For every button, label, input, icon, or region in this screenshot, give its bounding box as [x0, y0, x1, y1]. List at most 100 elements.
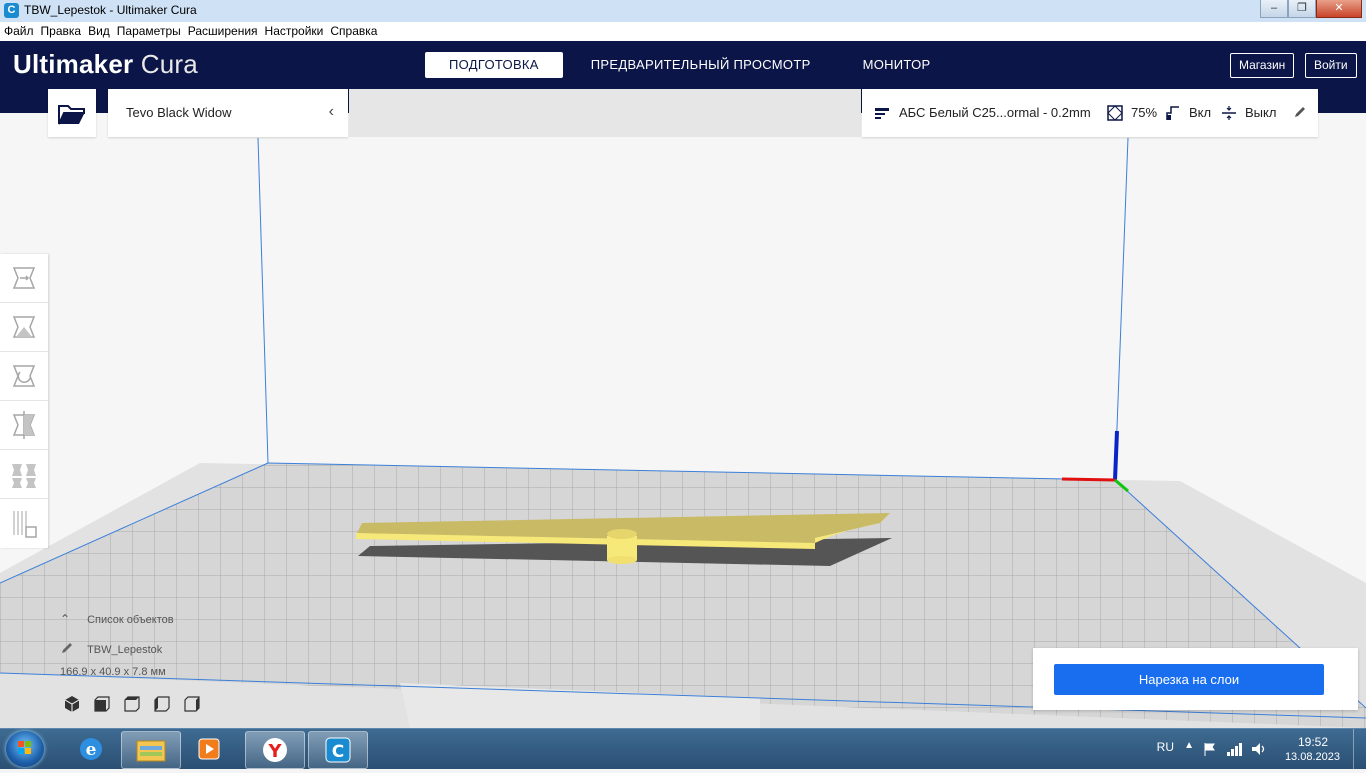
taskbar-media-player[interactable] [180, 731, 238, 767]
yandex-browser-icon: Y [263, 738, 287, 762]
adhesion-icon [1222, 106, 1236, 120]
profile-icon [875, 108, 889, 119]
windows-start-button[interactable] [6, 731, 44, 767]
x-axis [1061, 477, 1116, 482]
maximize-button[interactable]: ❐ [1288, 0, 1316, 18]
cube-3d-icon [64, 696, 80, 712]
tab-monitor[interactable]: МОНИТОР [839, 52, 955, 78]
support-blocker-icon [13, 511, 37, 538]
scale-icon [12, 316, 36, 338]
cube-top-icon [124, 696, 140, 712]
menu-preferences[interactable]: Настройки [261, 22, 327, 38]
cura-taskbar-icon: C [325, 737, 351, 763]
profile-label: АБС Белый C25...ormal - 0.2mm [899, 105, 1091, 120]
pencil-icon [1295, 107, 1305, 117]
view-right-button[interactable] [182, 694, 202, 714]
taskbar-explorer[interactable] [121, 731, 181, 769]
model-post-bottom [607, 556, 637, 564]
object-dimensions: 166.9 x 40.9 x 7.8 мм [60, 666, 166, 678]
menu-view[interactable]: Вид [84, 22, 113, 38]
window-controls: – ❐ ✕ [1260, 0, 1362, 18]
chevron-left-icon: ‹ [328, 103, 334, 120]
infill-icon [1107, 105, 1123, 121]
infill-value: 75% [1131, 105, 1158, 120]
view-orientation-buttons [62, 694, 202, 714]
file-explorer-icon [136, 740, 166, 762]
volume-edge-right [1114, 137, 1129, 481]
tab-preview[interactable]: ПРЕДВАРИТЕЛЬНЫЙ ПРОСМОТР [563, 52, 839, 78]
close-button[interactable]: ✕ [1316, 0, 1362, 18]
per-model-settings-icon [12, 464, 36, 488]
menu-settings[interactable]: Параметры [113, 22, 184, 38]
tab-prepare[interactable]: ПОДГОТОВКА [425, 52, 563, 78]
cube-left-icon [154, 696, 170, 712]
open-file-button[interactable] [48, 89, 96, 137]
folder-icon [58, 105, 85, 125]
view-3d-button[interactable] [62, 694, 82, 714]
menu-file[interactable]: Файл [0, 22, 37, 38]
object-name: TBW_Lepestok [87, 644, 163, 656]
windows-taskbar: e Y C RU ▲ 19:52 13.08.2023 [0, 728, 1366, 769]
menu-extensions[interactable]: Расширения [184, 22, 261, 38]
rotate-tool-button[interactable] [0, 352, 48, 401]
internet-explorer-icon: e [80, 738, 102, 760]
tools-toolbar [0, 254, 48, 548]
svg-text:C: C [332, 742, 344, 762]
clock-time[interactable]: 19:52 [1298, 735, 1328, 749]
svg-text:e: e [86, 740, 97, 760]
object-name-row[interactable]: TBW_Lepestok [60, 641, 260, 656]
marketplace-button[interactable]: Магазин [1230, 53, 1295, 78]
window-titlebar: C TBW_Lepestok - Ultimaker Cura – ❐ ✕ [0, 0, 1366, 23]
mirror-icon [12, 411, 36, 439]
taskbar-cura[interactable]: C [308, 731, 368, 769]
support-value: Вкл [1189, 105, 1212, 120]
clock-date[interactable]: 13.08.2023 [1285, 751, 1340, 763]
taskbar-yandex[interactable]: Y [245, 731, 305, 769]
chevron-up-icon: ⌃ [60, 612, 71, 626]
print-settings-panel[interactable]: АБС Белый C25...ormal - 0.2mm 75% Вкл Вы… [862, 89, 1318, 137]
window-title: TBW_Lepestok - Ultimaker Cura [24, 3, 197, 17]
cura-app-icon: C [4, 3, 19, 18]
scale-tool-button[interactable] [0, 303, 48, 352]
menu-help[interactable]: Справка [326, 22, 380, 38]
show-desktop-button[interactable] [1353, 729, 1366, 769]
network-signal-icon[interactable] [1226, 741, 1244, 757]
printer-selector[interactable]: Tevo Black Widow ‹ [108, 89, 348, 137]
tray-expand-icon[interactable]: ▲ [1184, 740, 1194, 751]
build-volume-scene [0, 137, 1366, 728]
view-front-button[interactable] [92, 694, 112, 714]
object-list-title: Список объектов [87, 614, 174, 626]
object-list-header[interactable]: ⌃ Список объектов [60, 612, 260, 626]
per-model-settings-button[interactable] [0, 450, 48, 499]
printer-name: Tevo Black Widow [126, 105, 232, 120]
menu-edit[interactable]: Правка [37, 22, 85, 38]
cube-right-icon [184, 696, 200, 712]
action-center-flag-icon[interactable] [1202, 741, 1218, 757]
menu-bar: Файл Правка Вид Параметры Расширения Настройк… [0, 22, 1366, 41]
cube-front-icon [94, 696, 110, 712]
move-tool-button[interactable] [0, 254, 48, 303]
settings-bar-filler [349, 89, 861, 137]
view-top-button[interactable] [122, 694, 142, 714]
stage-tabs: ПОДГОТОВКА ПРЕДВАРИТЕЛЬНЫЙ ПРОСМОТР МОНИ… [425, 52, 954, 78]
3d-viewport[interactable] [0, 113, 1366, 728]
view-left-button[interactable] [152, 694, 172, 714]
support-icon [1166, 106, 1179, 120]
media-player-icon [198, 738, 220, 760]
slice-button[interactable]: Нарезка на слои [1054, 664, 1324, 695]
rotate-icon [12, 365, 36, 387]
move-icon [12, 267, 36, 289]
slice-panel: Нарезка на слои [1033, 648, 1358, 710]
volume-icon[interactable] [1250, 741, 1268, 757]
taskbar-ie[interactable]: e [62, 731, 120, 767]
model-post-top [607, 529, 637, 539]
mirror-tool-button[interactable] [0, 401, 48, 450]
volume-edge-left [257, 137, 269, 464]
minimize-button[interactable]: – [1260, 0, 1288, 18]
adhesion-value: Выкл [1245, 105, 1277, 120]
support-blocker-button[interactable] [0, 499, 48, 547]
language-indicator[interactable]: RU [1157, 740, 1174, 754]
pencil-icon [62, 643, 72, 653]
signin-button[interactable]: Войти [1305, 53, 1357, 78]
windows-logo-icon [18, 741, 31, 754]
